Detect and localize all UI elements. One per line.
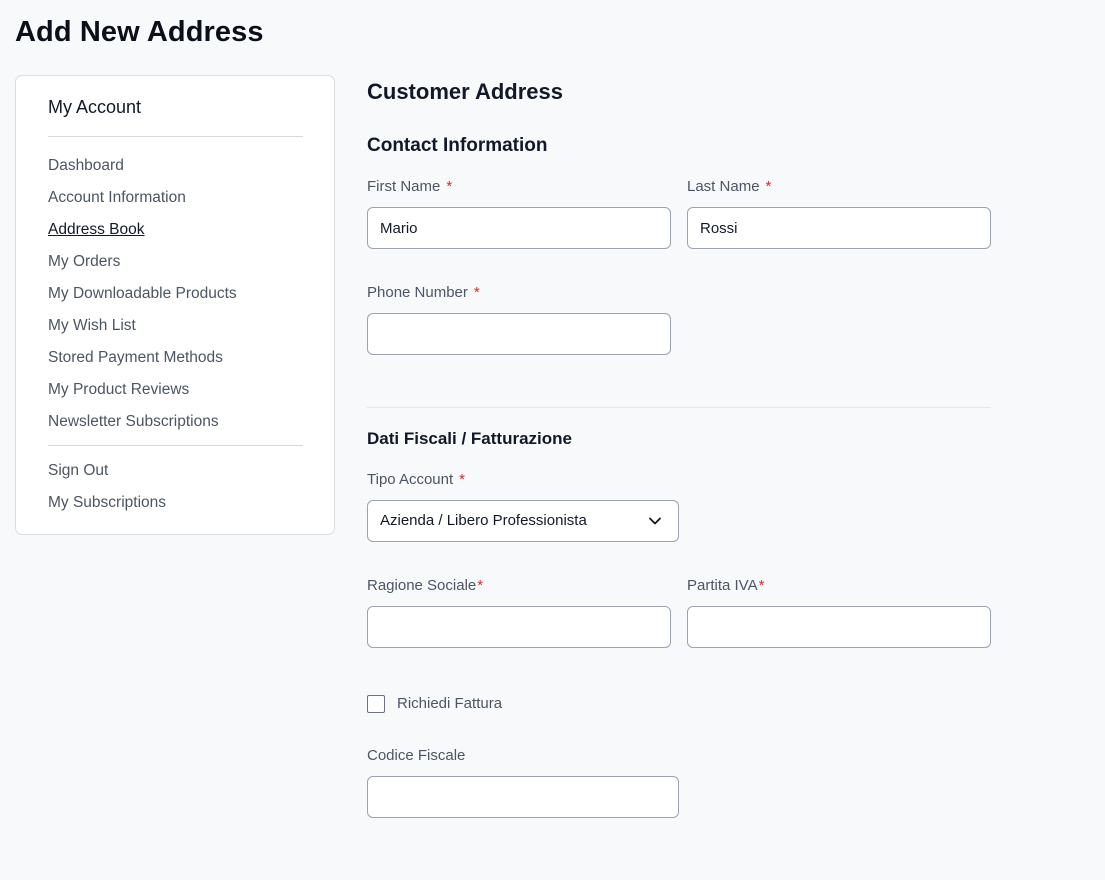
sidebar-title: My Account xyxy=(48,97,142,117)
sidebar-item-my-orders[interactable]: My Orders xyxy=(48,253,120,271)
sidebar-item-stored-payment-methods[interactable]: Stored Payment Methods xyxy=(48,349,223,367)
last-name-input[interactable] xyxy=(687,207,991,249)
partita-iva-input[interactable] xyxy=(687,606,991,648)
partita-iva-label: Partita IVA* xyxy=(687,577,765,594)
codice-fiscale-label: Codice Fiscale xyxy=(367,747,466,764)
required-marker: * xyxy=(459,471,466,488)
form-heading: Customer Address xyxy=(367,79,564,104)
first-name-input[interactable] xyxy=(367,207,671,249)
ragione-sociale-input[interactable] xyxy=(367,606,671,648)
chevron-down-icon xyxy=(649,517,661,525)
tipo-account-select[interactable]: Azienda / Libero Professionista xyxy=(367,500,679,542)
sidebar-item-my-subscriptions[interactable]: My Subscriptions xyxy=(48,494,166,512)
page-title: Add New Address xyxy=(15,16,264,48)
sidebar-item-downloadable-products[interactable]: My Downloadable Products xyxy=(48,285,237,303)
required-marker: * xyxy=(765,178,772,195)
richiedi-fattura-label[interactable]: Richiedi Fattura xyxy=(397,695,502,712)
sidebar-divider xyxy=(48,136,303,137)
sidebar-item-sign-out[interactable]: Sign Out xyxy=(48,462,108,480)
contact-heading: Contact Information xyxy=(367,135,548,156)
sidebar-item-address-book[interactable]: Address Book xyxy=(48,221,145,239)
sidebar-divider xyxy=(48,445,303,446)
tipo-account-label: Tipo Account * xyxy=(367,471,466,488)
required-marker: * xyxy=(477,577,484,594)
sidebar-item-dashboard[interactable]: Dashboard xyxy=(48,157,124,175)
sidebar-item-account-information[interactable]: Account Information xyxy=(48,189,186,207)
sidebar-item-newsletter-subscriptions[interactable]: Newsletter Subscriptions xyxy=(48,413,219,431)
ragione-sociale-label: Ragione Sociale* xyxy=(367,577,484,594)
phone-input[interactable] xyxy=(367,313,671,355)
required-marker: * xyxy=(446,178,453,195)
required-marker: * xyxy=(473,284,480,301)
sidebar-item-wish-list[interactable]: My Wish List xyxy=(48,317,136,335)
phone-label: Phone Number * xyxy=(367,284,480,301)
richiedi-fattura-checkbox[interactable] xyxy=(367,695,385,713)
tipo-account-value: Azienda / Libero Professionista xyxy=(380,512,587,529)
section-divider xyxy=(367,407,991,408)
codice-fiscale-input[interactable] xyxy=(367,776,679,818)
sidebar-item-product-reviews[interactable]: My Product Reviews xyxy=(48,381,189,399)
first-name-label: First Name * xyxy=(367,178,453,195)
last-name-label: Last Name * xyxy=(687,178,772,195)
fiscal-heading: Dati Fiscali / Fatturazione xyxy=(367,429,572,448)
required-marker: * xyxy=(758,577,765,594)
account-sidebar: My Account Dashboard Account Information… xyxy=(15,75,335,535)
